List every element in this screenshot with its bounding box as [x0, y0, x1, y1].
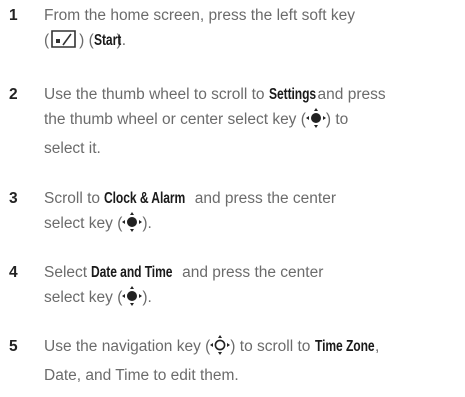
ui-label-start: Start [93, 32, 121, 49]
ui-label-settings: Settings [268, 86, 316, 103]
left-soft-key-icon [49, 29, 79, 57]
step-number: 3 [9, 190, 18, 207]
step-text: From the home screen, press the left sof… [44, 3, 459, 57]
step-text: Select Date and Time and press the cente… [44, 260, 459, 314]
step-number: 2 [9, 86, 18, 103]
step-number: 1 [9, 7, 18, 24]
step-text: Use the navigation key () to scroll to T… [44, 334, 459, 388]
ui-label-clock-alarm: Clock & Alarm [104, 190, 186, 207]
center-select-key-icon [122, 286, 143, 314]
step-text: Use the thumb wheel to scroll to Setting… [44, 82, 459, 161]
step-number: 5 [9, 338, 18, 355]
step-text: Scroll to Clock & Alarm and press the ce… [44, 186, 459, 240]
ui-label-date-and-time: Date and Time [91, 264, 173, 281]
navigation-key-icon [210, 335, 231, 363]
center-select-key-icon [122, 212, 143, 240]
instruction-steps: 1 From the home screen, press the left s… [0, 0, 465, 397]
ui-label-time-zone: Time Zone [314, 338, 375, 355]
center-select-key-icon [305, 108, 326, 136]
step-number: 4 [9, 264, 18, 281]
